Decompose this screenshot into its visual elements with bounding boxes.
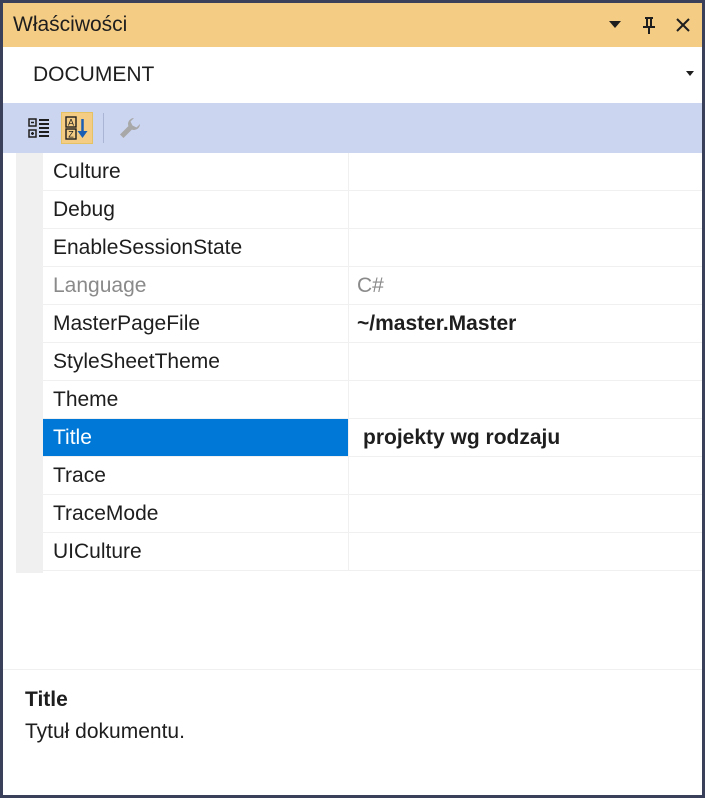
property-value[interactable] [349,495,702,532]
object-selector-value: DOCUMENT [33,63,155,86]
property-name: Title [43,419,349,456]
panel-title-bar[interactable]: Właściwości [3,3,702,47]
property-row-enablesessionstate[interactable]: EnableSessionState [43,229,702,267]
property-row-tracemode[interactable]: TraceMode [43,495,702,533]
svg-text:Z: Z [68,130,74,140]
properties-panel: Właściwości DOCUMENT A Z Culture Debug E… [0,0,705,798]
panel-title: Właściwości [13,13,128,36]
property-name: Theme [43,381,349,418]
property-value: C# [357,273,384,297]
pin-icon[interactable] [640,15,658,35]
description-title: Title [25,688,68,711]
property-value[interactable] [349,533,702,570]
chevron-down-icon[interactable] [686,71,694,76]
property-name: Culture [43,153,349,190]
property-name: UICulture [43,533,349,570]
property-row-culture[interactable]: Culture [43,153,702,191]
property-value[interactable] [349,457,702,494]
property-row-debug[interactable]: Debug [43,191,702,229]
svg-text:A: A [68,118,74,128]
property-row-title[interactable]: Title projekty wg rodzaju [43,419,702,457]
wrench-icon [120,118,140,138]
property-value[interactable] [349,381,702,418]
property-name: Language [43,267,349,304]
property-grid: Culture Debug EnableSessionState Languag… [3,153,702,573]
property-value[interactable] [349,343,702,380]
property-name: TraceMode [43,495,349,532]
toolbar-separator [103,113,104,143]
property-row-theme[interactable]: Theme [43,381,702,419]
categorized-icon [28,118,49,138]
property-row-stylesheettheme[interactable]: StyleSheetTheme [43,343,702,381]
property-name: MasterPageFile [43,305,349,342]
property-name: Trace [43,457,349,494]
categorized-button[interactable] [23,112,55,144]
close-icon[interactable] [674,15,692,35]
property-row-trace[interactable]: Trace [43,457,702,495]
property-row-masterpagefile[interactable]: MasterPageFile ~/master.Master [43,305,702,343]
alphabetical-button[interactable]: A Z [61,112,93,144]
description-pane: Title Tytuł dokumentu. [3,669,702,795]
property-name: Debug [43,191,349,228]
properties-toolbar: A Z [3,103,702,153]
property-pages-button[interactable] [114,112,146,144]
property-value[interactable] [349,191,702,228]
triangle-down-icon[interactable] [606,15,624,35]
object-selector[interactable]: DOCUMENT [3,47,702,103]
property-value[interactable] [349,229,702,266]
window-controls [606,3,692,47]
property-name: StyleSheetTheme [43,343,349,380]
property-name: EnableSessionState [43,229,349,266]
property-value[interactable]: projekty wg rodzaju [349,419,702,456]
property-row-language[interactable]: Language C# [43,267,702,305]
property-grid-gutter [16,153,43,573]
property-value[interactable] [349,153,702,190]
property-row-uiculture[interactable]: UICulture [43,533,702,571]
description-text: Tytuł dokumentu. [25,720,185,743]
property-value[interactable]: ~/master.Master [349,305,702,342]
sort-az-icon: A Z [65,116,88,140]
